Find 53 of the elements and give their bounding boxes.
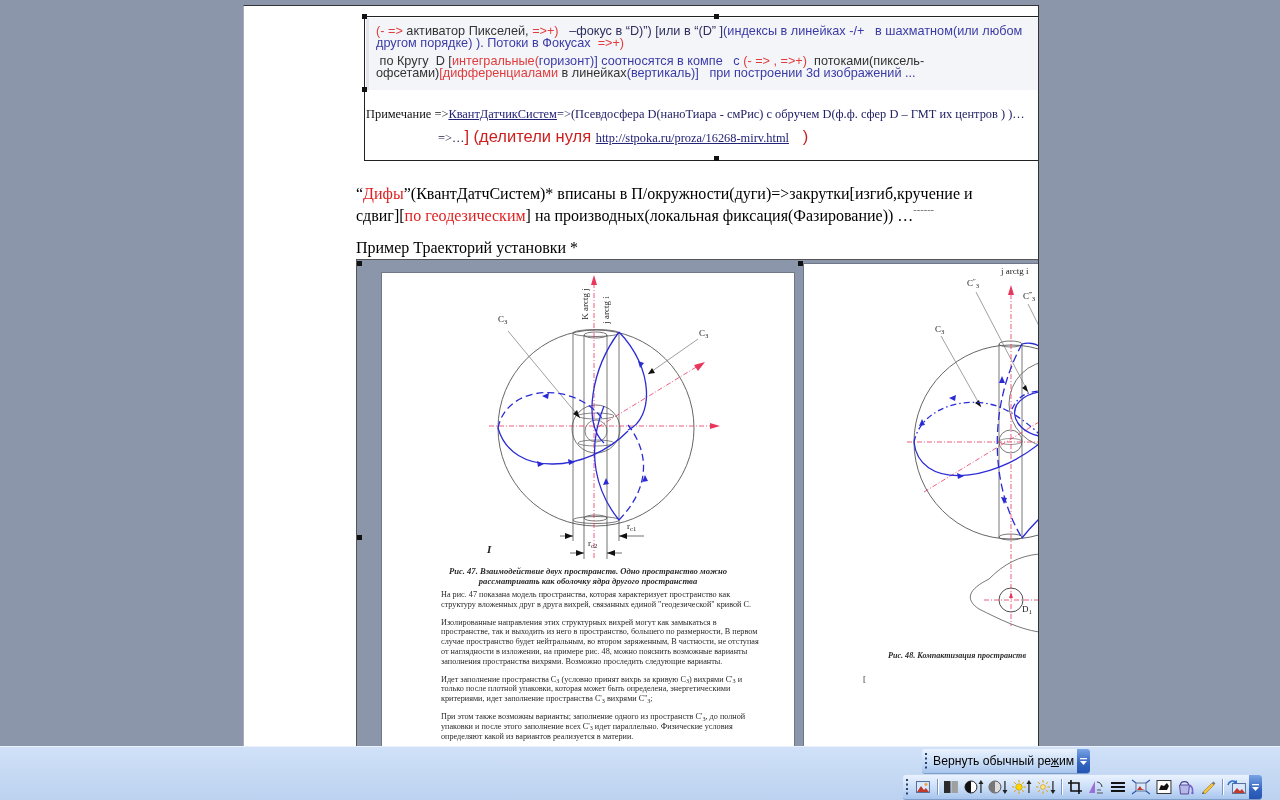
note-text: =>…] (делители нуля http://stpoka.ru/proza/16268-mirv.html ) [437,126,810,147]
brightness-down-icon[interactable] [1035,779,1056,795]
figure-caption: Рис. 48. Компактизация пространств [888,651,1026,661]
grayscale-icon[interactable] [942,779,959,795]
diagram-label: r$_{c2}$ [588,538,598,548]
diagram-label: j arctg i [601,296,611,324]
selection-handle-icon[interactable] [362,87,367,92]
crop-icon[interactable] [1066,779,1083,795]
figure-caption: Рис. 47. Взаимодействие двух пространств. Одно пространство можно рассматривать как оболочку ядра другого пространства [447,566,729,586]
page-paragraph: Идет заполнение пространства С$_{3}$ (условно принят вихрь за кривую С$_{3}$) вихрями С'$_{3}$ и только после плотной упаковки, которая может быть определена, энергетическими критериями, идет заполнение пространства С'$_{3}$ вихрями С''$_{3}$; [441,674,744,704]
diagram-label: C$_{3}$ [498,314,508,324]
selection-handle-icon[interactable] [798,261,803,266]
figure-mark: I [487,544,492,554]
selection-handle-icon[interactable] [357,535,362,540]
body-paragraph: “Дифы”(КвантДатчСистем)* вписаны в П/окружности(дуги)=>закрутки[изгиб,кручение и сдвиг][по геодезическим] на производных(локальная фиксация(Фазирование)) …$^{------}$ [356,184,974,227]
picture-icon[interactable] [915,779,931,795]
diagram-label: r$_{c1}$ [627,521,637,531]
diagram-label: j arctg i [1001,266,1029,276]
picture-arrow-icon[interactable] [1227,779,1247,795]
selection-handle-icon[interactable] [714,14,719,19]
quote-text: (- => активатор Пикселей, =>+) –фокус в “D)”) [или в “(D” ](индексы в линейках -/+ в шахматном(или любом другом порядке) ). Потоки в Фокусах =>+) [376,25,1024,49]
contrast-up-icon[interactable] [963,779,984,795]
quote-text: по Кругу D [интегральные(горизонт)] соотносятся в компе с (- => , =>+) потоками(пиксель-офсетами)[дифференциалами в линейках(вертикаль)] при построении 3d изображений ... [376,55,926,79]
page-paragraph: На рис. 47 показана модель пространства, которая характеризует пространство как структуру вложенных друг в друга вихрей, связанных единой "геодезической" кривой С. [441,590,752,610]
pen-icon[interactable] [1200,779,1217,795]
normal-mode-button[interactable]: Вернуть обычный режим [931,752,1077,770]
selection-handle-icon[interactable] [714,156,719,161]
diagram-label: C$_{3}$ [699,328,709,338]
toolbar-options-button[interactable] [1249,775,1262,799]
line-style-icon[interactable] [1110,779,1127,795]
rotate-icon[interactable] [1088,779,1105,795]
paint-bucket-icon[interactable] [1178,779,1195,795]
framed-picture-icon[interactable] [1156,779,1173,795]
note-text: Примечание =>КвантДатчикСистем=>(Псевдосфера D(наноТиара - смРис) с обручем D(ф.ф. сфер D – ГМТ их центров ) )… [366,107,1026,122]
selection-handle-icon[interactable] [362,14,367,19]
chevron-icon [1080,757,1087,765]
link[interactable]: КвантДатчикСистем [448,107,557,121]
page-paragraph: При этом также возможны варианты; заполнение одного из пространств С'$_{3}$, до полной упаковки и после этого заполнение всех С'$_{3}$ идет параллельно. Физические условия определяют какой из вариантов реализуется в материи. [441,711,747,742]
diagram-label: C$_{3}$ [935,324,945,334]
bracket-text: [ [863,674,866,684]
toolbar-options-button[interactable] [1077,749,1090,773]
diagram-label: D$_{1}$ [1022,604,1032,614]
link[interactable]: http://stpoka.ru/proza/16268-mirv.html [595,131,789,145]
diagram-label: K arctg j [580,288,590,320]
contrast-down-icon[interactable] [987,779,1008,795]
compress-icon[interactable] [1131,779,1152,795]
chevron-icon [1252,783,1259,791]
grip-icon[interactable] [925,753,928,769]
page-paragraph: Изолированные направления этих структурных вихрей могут как замыкаться в пространстве, так и выходить из него в пространство, большего по размерности, В первом случае пространство будет нейтральным, во втором заряженным, В частности, не отступая от наглядности в изложении, на примере рис. 48, можно пояснить возможные варианты заполнения пространства вихрями. Возможно проследить следующие варианты. [441,617,760,667]
selection-handle-icon[interactable] [357,261,362,266]
example-heading: Пример Траекторий установки * [356,238,580,258]
grip-icon[interactable] [906,779,909,795]
brightness-up-icon[interactable] [1011,779,1032,795]
